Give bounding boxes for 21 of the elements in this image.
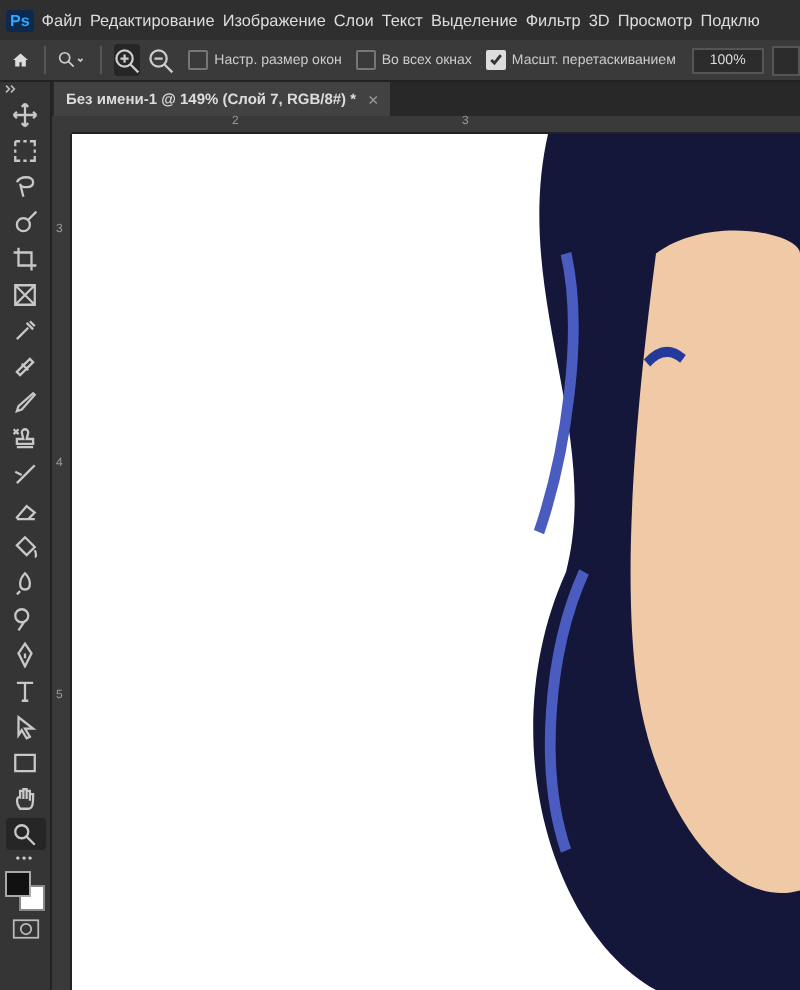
menu-item[interactable]: Слои — [333, 11, 374, 29]
menu-item[interactable]: Выделение — [430, 11, 518, 29]
menu-item[interactable]: Подклю — [700, 11, 760, 29]
zoom-icon[interactable] — [5, 818, 45, 850]
menu-item[interactable]: Файл — [41, 11, 82, 29]
menu-item[interactable]: Текст — [381, 11, 423, 29]
canvas[interactable] — [72, 134, 800, 990]
color-swatches-icon[interactable] — [3, 870, 47, 914]
menu-item[interactable]: 3D — [588, 11, 610, 29]
collapse-icon[interactable] — [4, 84, 18, 94]
quick-mask-icon[interactable] — [11, 918, 39, 940]
menu-item[interactable]: Фильтр — [525, 11, 581, 29]
menu-item[interactable]: Просмотр — [617, 11, 693, 29]
checkbox[interactable] — [355, 50, 376, 70]
zoom-in-button[interactable] — [114, 44, 141, 76]
zoom-out-button[interactable] — [148, 44, 175, 76]
app-logo[interactable]: Ps — [6, 9, 34, 31]
close-icon[interactable]: × — [368, 89, 379, 109]
checkbox[interactable] — [188, 50, 209, 70]
menu-item[interactable]: Редактирование — [89, 11, 215, 29]
menu-item[interactable]: Изображение — [222, 11, 326, 29]
